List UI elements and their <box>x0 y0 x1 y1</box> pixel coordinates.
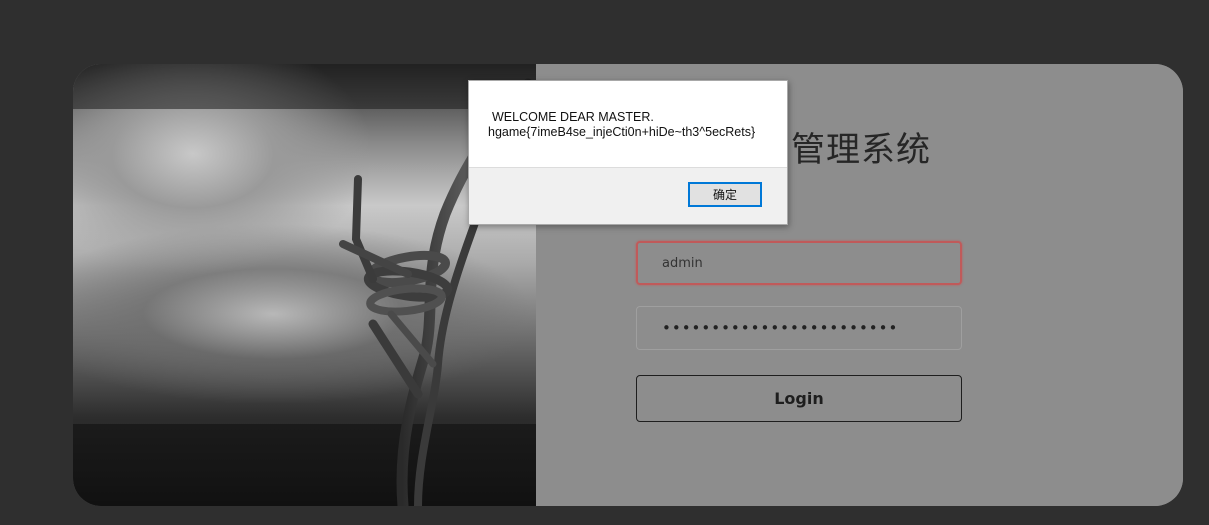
alert-ok-button[interactable]: 确定 <box>688 182 762 207</box>
alert-message-line-1: WELCOME DEAR MASTER. <box>492 110 654 124</box>
alert-message-area: WELCOME DEAR MASTER. hgame{7imeB4se_inje… <box>469 81 787 168</box>
barbed-wire-image <box>73 64 536 506</box>
alert-message-line-2: hgame{7imeB4se_injeCti0n+hiDe~th3^5ecRet… <box>488 125 756 139</box>
alert-dialog: WELCOME DEAR MASTER. hgame{7imeB4se_inje… <box>468 80 788 225</box>
username-input[interactable] <box>636 241 962 285</box>
page-background: 管理系统 Login WELCOME DEAR MASTER. hgame{7i… <box>0 0 1209 525</box>
login-button[interactable]: Login <box>636 375 962 422</box>
password-input[interactable] <box>636 306 962 350</box>
barbed-wire-photo <box>73 64 536 506</box>
